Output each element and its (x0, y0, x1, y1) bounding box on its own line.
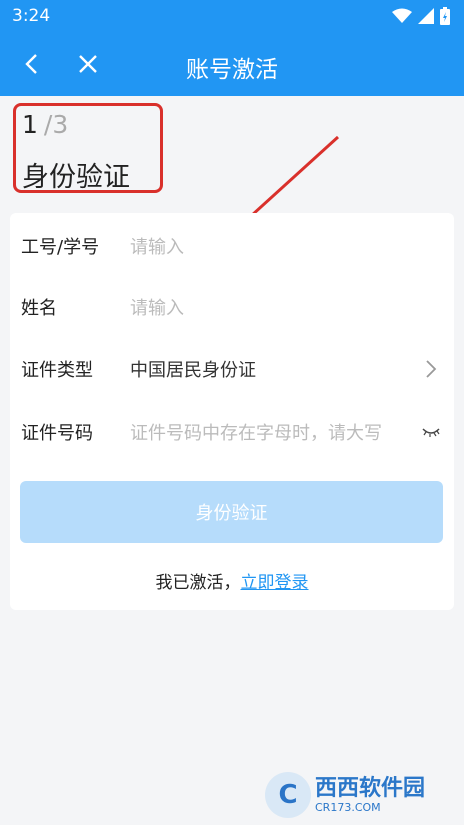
row-name[interactable]: 姓名 请输入 (10, 276, 454, 336)
watermark-sub-text: CR173.COM (315, 800, 381, 814)
row-id-type[interactable]: 证件类型 中国居民身份证 (10, 338, 454, 398)
watermark-main-text: 西西软件园 (315, 775, 426, 801)
name-label: 姓名 (21, 298, 57, 319)
watermark-logo-icon: C (265, 772, 311, 818)
signal-icon (418, 8, 434, 24)
chevron-right-icon[interactable] (420, 358, 442, 380)
wifi-icon (392, 8, 412, 23)
page-title: 账号激活 (186, 57, 278, 83)
watermark: C 西西软件园 CR173.COM (265, 772, 445, 818)
id-type-label: 证件类型 (21, 360, 93, 381)
app-bar: 账号激活 (0, 32, 464, 96)
row-employee-id[interactable]: 工号/学号 请输入 (10, 215, 454, 275)
id-number-input[interactable]: 证件号码中存在字母时，请大写 (130, 419, 402, 445)
step-current: 1 (22, 110, 38, 139)
step-title: 身份验证 (22, 162, 130, 193)
employee-id-label: 工号/学号 (21, 237, 100, 258)
name-input[interactable]: 请输入 (130, 294, 410, 320)
employee-id-input[interactable]: 请输入 (130, 233, 410, 259)
eye-closed-icon[interactable] (420, 421, 442, 443)
status-icons (392, 7, 450, 25)
step-total: /3 (43, 110, 69, 139)
battery-icon (440, 7, 450, 25)
id-type-select[interactable]: 中国居民身份证 (130, 356, 410, 382)
form-card: 工号/学号 请输入 姓名 请输入 证件类型 中国居民身份证 证件号码 证件号码中… (10, 213, 454, 610)
step-indicator: 1/3 (22, 110, 68, 139)
row-id-number[interactable]: 证件号码 证件号码中存在字母时，请大写 (10, 401, 454, 461)
id-number-label: 证件号码 (21, 423, 93, 444)
status-bar: 3:24 (0, 0, 464, 32)
already-activated-line: 我已激活，立即登录 (10, 568, 454, 593)
verify-identity-button[interactable]: 身份验证 (20, 481, 443, 543)
login-now-link[interactable]: 立即登录 (241, 573, 309, 593)
already-activated-text: 我已激活， (155, 573, 241, 593)
status-time: 3:24 (12, 6, 51, 26)
